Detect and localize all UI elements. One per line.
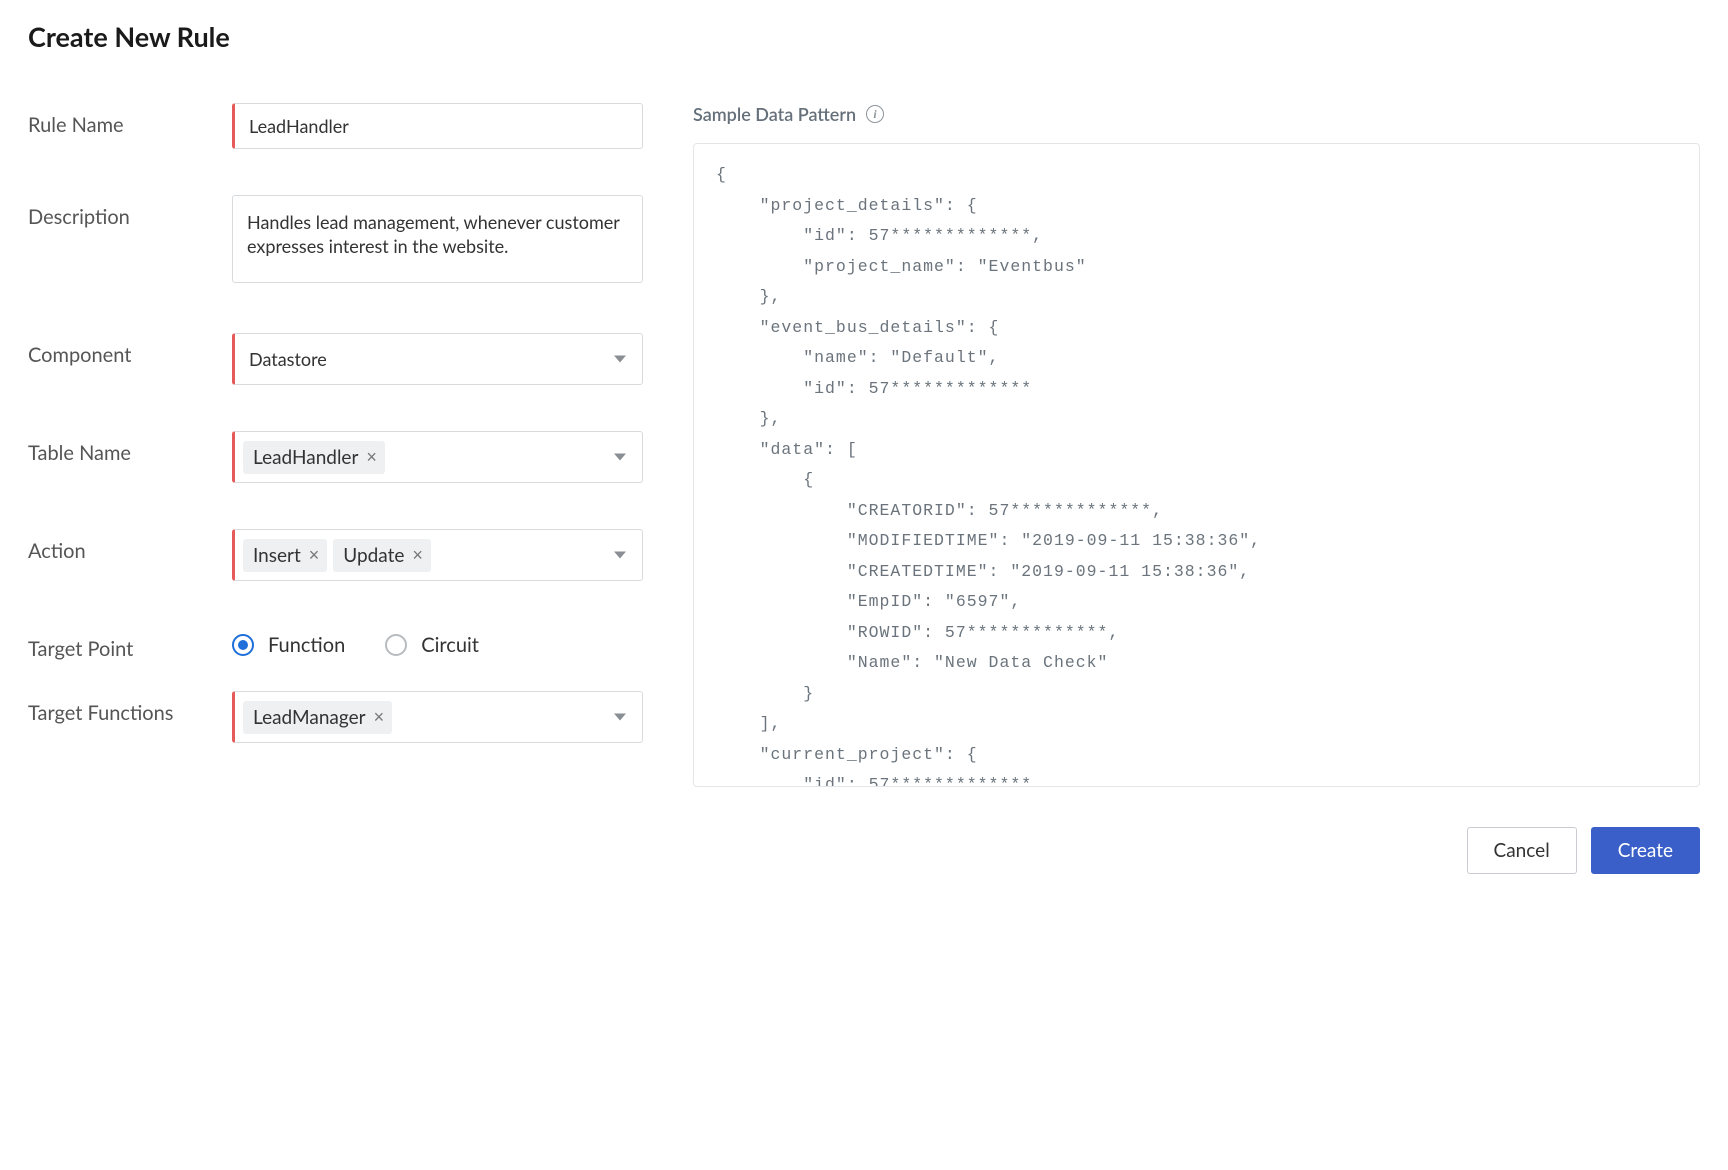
chevron-down-icon <box>614 356 626 363</box>
label-rule-name: Rule Name <box>28 103 232 137</box>
chevron-down-icon <box>614 714 626 721</box>
chevron-down-icon <box>614 552 626 559</box>
component-select[interactable]: Datastore <box>232 333 643 385</box>
radio-icon <box>232 634 254 656</box>
info-icon[interactable]: i <box>866 105 884 123</box>
radio-circuit[interactable]: Circuit <box>385 633 479 657</box>
cancel-button[interactable]: Cancel <box>1467 827 1577 874</box>
remove-tag-icon[interactable]: × <box>374 708 385 726</box>
tag-update: Update × <box>333 539 431 572</box>
label-target-functions: Target Functions <box>28 691 232 725</box>
tag-leadmanager: LeadManager × <box>243 701 392 734</box>
chevron-down-icon <box>614 454 626 461</box>
form-column: Rule Name Description Handles lead manag… <box>28 103 643 787</box>
radio-icon <box>385 634 407 656</box>
label-description: Description <box>28 195 232 229</box>
tag-leadhandler: LeadHandler × <box>243 441 385 474</box>
label-target-point: Target Point <box>28 627 232 661</box>
component-value: Datastore <box>249 348 327 370</box>
rule-name-input[interactable] <box>232 103 643 149</box>
sample-json: { "project_details": { "id": 57*********… <box>693 143 1700 787</box>
create-button[interactable]: Create <box>1591 827 1700 874</box>
remove-tag-icon[interactable]: × <box>309 546 320 564</box>
label-action: Action <box>28 529 232 563</box>
page-title: Create New Rule <box>28 20 1700 53</box>
radio-function[interactable]: Function <box>232 633 345 657</box>
sample-header: Sample Data Pattern i <box>693 103 1700 125</box>
target-functions-select[interactable]: LeadManager × <box>232 691 643 743</box>
sample-column: Sample Data Pattern i { "project_details… <box>693 103 1700 787</box>
footer: Cancel Create <box>28 827 1700 874</box>
remove-tag-icon[interactable]: × <box>412 546 423 564</box>
tag-insert: Insert × <box>243 539 327 572</box>
label-component: Component <box>28 333 232 367</box>
label-table-name: Table Name <box>28 431 232 465</box>
table-name-select[interactable]: LeadHandler × <box>232 431 643 483</box>
remove-tag-icon[interactable]: × <box>366 448 377 466</box>
action-select[interactable]: Insert × Update × <box>232 529 643 581</box>
description-input[interactable]: Handles lead management, whenever custom… <box>232 195 643 283</box>
